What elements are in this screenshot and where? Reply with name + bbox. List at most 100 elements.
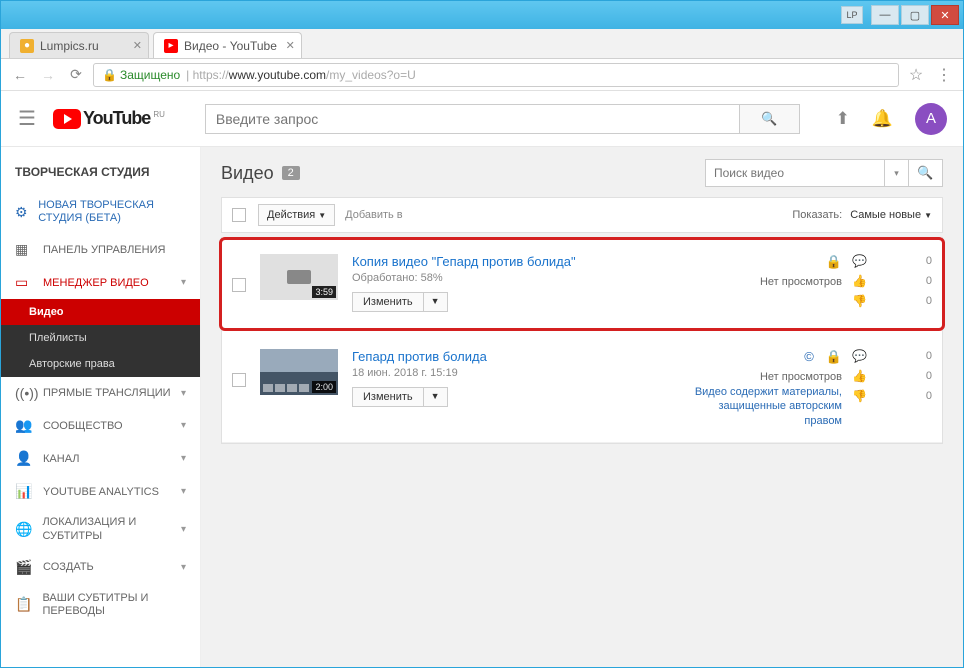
edit-caret-button[interactable]: ▼	[424, 292, 448, 312]
sidebar-item-community[interactable]: 👥 СООБЩЕСТВО ▾	[1, 409, 200, 442]
search-button[interactable]: 🔍	[740, 104, 800, 134]
privacy-lock-icon: 🔒	[826, 349, 842, 365]
youtube-logo[interactable]: YouTube RU	[53, 108, 165, 129]
caret-down-icon: ▼	[924, 211, 932, 220]
sidebar-item-label: ЛОКАЛИЗАЦИЯ И СУБТИТРЫ	[42, 516, 171, 542]
url-path: /my_videos?o=U	[326, 68, 416, 82]
dashboard-icon: ▦	[15, 241, 33, 258]
video-thumbnail[interactable]: 3:59	[260, 254, 338, 300]
browser-tab-lumpics[interactable]: ● Lumpics.ru ✕	[9, 32, 149, 58]
privacy-lock-icon: 🔒	[826, 254, 842, 270]
sidebar-item-beta-studio[interactable]: ⚙ НОВАЯ ТВОРЧЕСКАЯ СТУДИЯ (БЕТА)	[1, 191, 200, 233]
sidebar-item-captions[interactable]: 📋 ВАШИ СУБТИТРЫ И ПЕРЕВОДЫ	[1, 584, 200, 626]
minimize-button[interactable]: —	[871, 5, 899, 25]
sidebar-item-localization[interactable]: 🌐 ЛОКАЛИЗАЦИЯ И СУБТИТРЫ ▾	[1, 508, 200, 550]
bookmark-star-button[interactable]: ☆	[905, 64, 927, 86]
menu-icon[interactable]: ☰	[17, 109, 37, 129]
nav-forward-button[interactable]: →	[37, 64, 59, 86]
sidebar-item-label: КАНАЛ	[43, 453, 80, 465]
sidebar-item-dashboard[interactable]: ▦ ПАНЕЛЬ УПРАВЛЕНИЯ	[1, 233, 200, 266]
upload-icon[interactable]: ⬆	[836, 109, 850, 129]
sidebar-item-label: ПРЯМЫЕ ТРАНСЛЯЦИИ	[43, 387, 171, 399]
community-icon: 👥	[15, 417, 33, 434]
youtube-header: ☰ YouTube RU 🔍 ⬆ 🔔 А	[1, 91, 963, 147]
sidebar: ТВОРЧЕСКАЯ СТУДИЯ ⚙ НОВАЯ ТВОРЧЕСКАЯ СТУ…	[1, 147, 201, 667]
video-title[interactable]: Гепард против болида	[352, 349, 662, 364]
row-checkbox[interactable]	[232, 278, 246, 292]
notifications-icon[interactable]: 🔔	[872, 109, 893, 129]
video-status: 🔒 Нет просмотров	[662, 254, 842, 290]
logo-text: YouTube	[83, 108, 150, 129]
caret-down-icon: ▼	[318, 211, 326, 220]
video-thumbnail[interactable]: 2:00	[260, 349, 338, 395]
sidebar-sub-video[interactable]: Видео	[1, 299, 200, 325]
filter-search-button[interactable]: 🔍	[909, 159, 943, 187]
address-bar[interactable]: 🔒 Защищено | https:// www.youtube.com /m…	[93, 63, 899, 87]
like-icon: 👍	[852, 274, 867, 288]
sidebar-sub-playlists[interactable]: Плейлисты	[1, 325, 200, 351]
analytics-icon: 📊	[15, 483, 33, 500]
filter-dropdown-button[interactable]: ▾	[885, 159, 909, 187]
copyright-notice[interactable]: Видео содержит материалы, защищенные авт…	[692, 385, 842, 428]
duration-badge: 2:00	[312, 381, 336, 393]
close-button[interactable]: ✕	[931, 5, 959, 25]
edit-caret-button[interactable]: ▼	[424, 387, 448, 407]
sidebar-item-channel[interactable]: 👤 КАНАЛ ▾	[1, 442, 200, 475]
sidebar-item-live[interactable]: ((•)) ПРЯМЫЕ ТРАНСЛЯЦИИ ▾	[1, 377, 200, 409]
video-title[interactable]: Копия видео "Гепард против болида"	[352, 254, 662, 269]
channel-icon: 👤	[15, 450, 33, 467]
browser-tab-youtube[interactable]: ▸ Видео - YouTube ✕	[153, 32, 302, 58]
chevron-down-icon: ▾	[181, 562, 186, 573]
search-input[interactable]	[205, 104, 740, 134]
video-stats: 💬0 👍0 👎0	[852, 349, 932, 409]
video-meta: Гепард против болида 18 июн. 2018 г. 15:…	[352, 349, 662, 407]
sidebar-item-label: ВАШИ СУБТИТРЫ И ПЕРЕВОДЫ	[42, 592, 186, 618]
search-icon: 🔍	[761, 111, 777, 127]
count-badge: 2	[282, 166, 300, 180]
main-content: Видео 2 ▾ 🔍 Действия ▼ Добавить в Показа…	[201, 147, 963, 667]
tab-close-icon[interactable]: ✕	[286, 39, 295, 52]
video-list: 3:59 Копия видео "Гепард против болида" …	[221, 237, 943, 444]
window-badge: LP	[841, 6, 863, 24]
sidebar-item-analytics[interactable]: 📊 YOUTUBE ANALYTICS ▾	[1, 475, 200, 508]
nav-back-button[interactable]: ←	[9, 64, 31, 86]
broadcast-icon: ((•))	[15, 385, 33, 401]
sort-dropdown[interactable]: Самые новые ▼	[850, 209, 932, 221]
sidebar-item-create[interactable]: 🎬 СОЗДАТЬ ▾	[1, 551, 200, 584]
page-header: Видео 2 ▾ 🔍	[221, 159, 943, 187]
edit-button-group: Изменить ▼	[352, 387, 662, 407]
create-icon: 🎬	[15, 559, 33, 576]
chevron-down-icon: ▾	[181, 524, 186, 535]
chevron-down-icon: ▾	[181, 486, 186, 497]
favicon-icon: ●	[20, 39, 34, 53]
sidebar-item-label: YOUTUBE ANALYTICS	[43, 486, 159, 498]
add-to-link[interactable]: Добавить в	[345, 209, 403, 221]
edit-button[interactable]: Изменить	[352, 387, 424, 407]
youtube-play-icon	[53, 109, 81, 129]
sidebar-submenu: Видео Плейлисты Авторские права	[1, 299, 200, 377]
chevron-down-icon: ▾	[181, 420, 186, 431]
sidebar-sub-copyright[interactable]: Авторские права	[1, 351, 200, 377]
sidebar-item-label: НОВАЯ ТВОРЧЕСКАЯ СТУДИЯ (БЕТА)	[38, 199, 186, 225]
lock-icon: 🔒	[102, 68, 117, 82]
row-checkbox[interactable]	[232, 373, 246, 387]
filter-wrap: ▾ 🔍	[705, 159, 943, 187]
tab-title: Видео - YouTube	[184, 39, 277, 53]
maximize-button[interactable]: ▢	[901, 5, 929, 25]
sidebar-item-label: ПАНЕЛЬ УПРАВЛЕНИЯ	[43, 244, 165, 256]
tab-close-icon[interactable]: ✕	[133, 39, 142, 52]
actions-button[interactable]: Действия ▼	[258, 204, 335, 226]
avatar[interactable]: А	[915, 103, 947, 135]
sidebar-title: ТВОРЧЕСКАЯ СТУДИЯ	[1, 155, 200, 191]
select-all-checkbox[interactable]	[232, 208, 246, 222]
comment-icon: 💬	[852, 254, 867, 268]
filter-input[interactable]	[705, 159, 885, 187]
tab-title: Lumpics.ru	[40, 39, 99, 53]
edit-button[interactable]: Изменить	[352, 292, 424, 312]
nav-reload-button[interactable]: ⟳	[65, 64, 87, 86]
browser-menu-button[interactable]: ⋮	[933, 64, 955, 86]
browser-tabs: ● Lumpics.ru ✕ ▸ Видео - YouTube ✕	[1, 29, 963, 59]
search-wrap: 🔍	[205, 104, 800, 134]
sidebar-item-video-manager[interactable]: ▭ МЕНЕДЖЕР ВИДЕО ▾	[1, 266, 200, 299]
gear-icon: ⚙	[15, 204, 28, 221]
